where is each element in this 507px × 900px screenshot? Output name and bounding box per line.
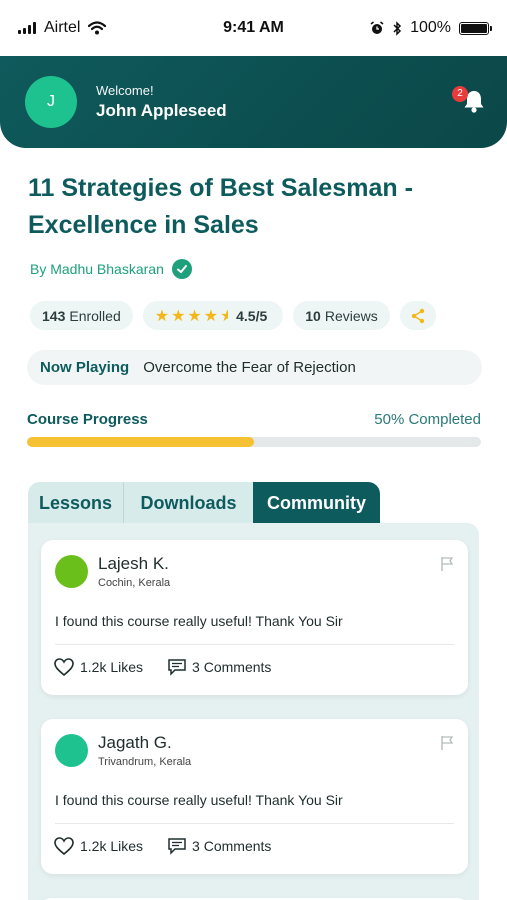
bluetooth-icon — [393, 20, 402, 36]
rating-value: 4.5/5 — [236, 307, 268, 324]
comment-icon — [168, 659, 186, 676]
progress-value: 50% Completed — [374, 411, 481, 428]
welcome-block: Welcome! John Appleseed — [96, 83, 227, 121]
app-header: J Welcome! John Appleseed 2 — [0, 56, 507, 148]
now-playing-title: Overcome the Fear of Rejection — [143, 359, 356, 376]
post-actions: 1.2k Likes 3 Comments — [53, 657, 271, 677]
heart-icon — [54, 837, 74, 856]
avatar[interactable]: J — [25, 76, 77, 128]
avatar[interactable] — [55, 555, 88, 588]
post-user: Lajesh K. Cochin, Kerala — [55, 554, 170, 589]
carrier-label: Airtel — [44, 19, 81, 36]
post-location: Trivandrum, Kerala — [98, 756, 192, 768]
tab-downloads[interactable]: Downloads — [123, 482, 253, 524]
like-button[interactable]: 1.2k Likes — [53, 836, 143, 856]
status-right: 100% — [319, 19, 492, 37]
wifi-icon — [88, 21, 107, 35]
comment-count: 3 Comments — [192, 659, 272, 675]
post-author: Jagath G. — [98, 733, 172, 752]
flag-icon[interactable] — [440, 556, 454, 572]
enrolled-count: 143 — [42, 307, 66, 324]
like-count: 1.2k Likes — [80, 838, 144, 854]
course-stats: 143 Enrolled ★★★★★ 4.5/5 10 Reviews — [30, 301, 436, 330]
user-name: John Appleseed — [96, 101, 227, 120]
divider — [55, 823, 454, 824]
now-playing-bar[interactable]: Now Playing Overcome the Fear of Rejecti… — [27, 350, 482, 385]
comments-button[interactable]: 3 Comments — [167, 658, 271, 676]
reviews-label: Reviews — [324, 307, 378, 324]
star-icon: ★★★★★ — [154, 307, 228, 325]
tab-bar: Lessons Downloads Community — [28, 482, 380, 524]
alarm-icon — [370, 21, 384, 34]
battery-icon — [459, 21, 492, 35]
notification-button[interactable]: 2 — [452, 86, 487, 114]
like-count: 1.2k Likes — [80, 659, 144, 675]
post-card: Lajesh K. Cochin, Kerala I found this co… — [41, 540, 468, 695]
tab-lessons[interactable]: Lessons — [28, 482, 123, 524]
enrolled-label: Enrolled — [69, 307, 121, 324]
course-title: 11 Strategies of Best Salesman - Excelle… — [28, 174, 413, 239]
community-panel: Lajesh K. Cochin, Kerala I found this co… — [28, 523, 479, 900]
progress-bar — [27, 437, 481, 447]
notification-badge: 2 — [452, 86, 468, 102]
comments-button[interactable]: 3 Comments — [167, 837, 271, 855]
post-text: I found this course really useful! Thank… — [55, 613, 343, 629]
signal-icon — [18, 22, 36, 34]
author-name[interactable]: By Madhu Bhaskaran — [30, 261, 164, 277]
post-user: Jagath G. Trivandrum, Kerala — [55, 733, 191, 768]
post-author: Lajesh K. — [98, 554, 169, 573]
divider — [55, 644, 454, 645]
tab-community[interactable]: Community — [253, 482, 380, 524]
progress-label: Course Progress — [27, 411, 148, 428]
heart-icon — [54, 658, 74, 677]
clock: 9:41 AM — [223, 19, 284, 36]
rating-pill[interactable]: ★★★★★ 4.5/5 — [142, 301, 284, 330]
post-card: Jagath G. Trivandrum, Kerala I found thi… — [41, 719, 468, 874]
reviews-count: 10 — [305, 307, 321, 324]
comment-icon — [168, 838, 186, 855]
enrolled-pill: 143 Enrolled — [30, 301, 133, 330]
battery-percent: 100% — [410, 19, 451, 36]
like-button[interactable]: 1.2k Likes — [53, 657, 143, 677]
progress-header: Course Progress 50% Completed — [27, 411, 481, 428]
status-left: Airtel — [18, 19, 188, 37]
progress-fill — [27, 437, 254, 447]
comment-count: 3 Comments — [192, 838, 272, 854]
welcome-label: Welcome! — [96, 83, 154, 98]
verified-icon — [171, 259, 192, 279]
flag-icon[interactable] — [440, 735, 454, 751]
status-bar: Airtel 9:41 AM 100% — [0, 0, 507, 56]
reviews-pill[interactable]: 10 Reviews — [293, 301, 390, 330]
now-playing-label: Now Playing — [40, 359, 130, 376]
post-text: I found this course really useful! Thank… — [55, 792, 343, 808]
share-icon — [411, 308, 424, 323]
share-button[interactable] — [399, 301, 436, 330]
author-row[interactable]: By Madhu Bhaskaran — [30, 259, 192, 279]
post-location: Cochin, Kerala — [98, 577, 171, 589]
post-actions: 1.2k Likes 3 Comments — [53, 836, 271, 856]
avatar[interactable] — [55, 734, 88, 767]
